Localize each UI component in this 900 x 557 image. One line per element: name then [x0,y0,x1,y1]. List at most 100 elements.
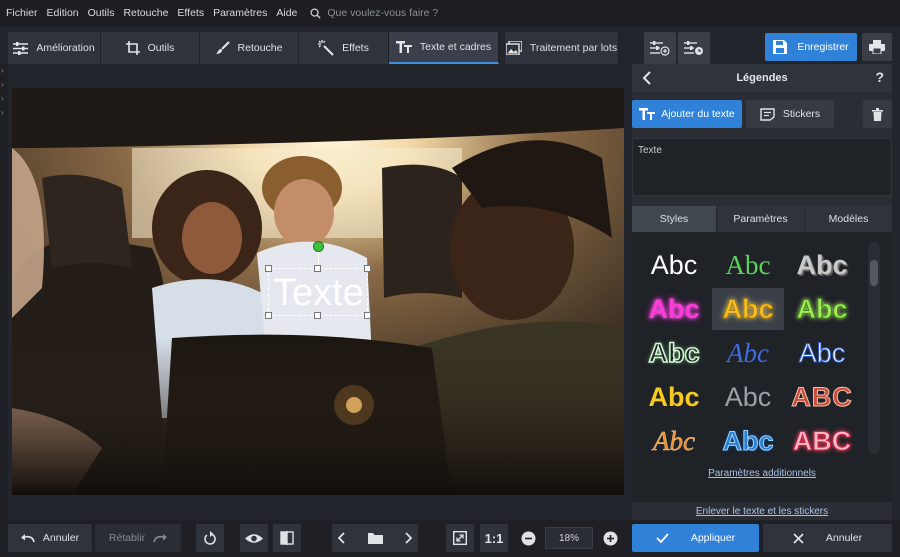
menu-aide[interactable]: Aide [276,7,297,19]
add-text-label: Ajouter du texte [661,108,735,120]
magic-wand-icon [318,40,334,56]
style-tile[interactable]: Abc [638,288,710,330]
adjust-settings-button[interactable] [644,32,676,64]
save-button[interactable]: Enregistrer [765,33,857,61]
style-tile[interactable]: ABC [786,376,858,418]
resize-handle[interactable] [265,265,272,272]
chevron-right-icon: › [1,66,4,75]
rotate-button[interactable] [196,524,224,552]
delete-button[interactable] [863,100,892,128]
style-tile[interactable]: Abc [786,244,858,286]
apply-button[interactable]: Appliquer [632,524,759,552]
sticker-icon [760,107,775,121]
tab-retouche-label: Retouche [237,42,283,54]
style-tile-selected[interactable]: Abc [712,288,784,330]
cancel-button[interactable]: Annuler [763,524,892,552]
remove-text-stickers-link[interactable]: Enlever le texte et les stickers [632,506,892,517]
tab-texte-et-cadres[interactable]: Texte et cadres [389,32,499,64]
style-tile[interactable]: Abc [712,420,784,462]
tab-amelioration[interactable]: Amélioration [8,32,101,64]
text-icon [395,41,412,53]
undo-button[interactable]: Annuler [8,524,92,552]
style-tile[interactable]: Abc [638,244,710,286]
fit-to-screen-button[interactable] [446,524,474,552]
canvas-text-overlay[interactable]: Texte [273,271,364,315]
folder-icon[interactable] [367,532,383,544]
redo-button[interactable]: Rétablir [95,524,181,552]
crop-icon [125,41,140,55]
style-tile[interactable]: Abc [712,244,784,286]
scrollbar-thumb[interactable] [870,260,878,286]
plus-circle-icon [603,531,617,545]
tab-effets[interactable]: Effets [299,32,389,64]
style-tile[interactable]: Abc [638,332,710,374]
text-selection-box[interactable]: Texte [265,241,371,319]
one-to-one-button[interactable]: 1:1 [480,524,508,552]
resize-handle[interactable] [364,312,371,319]
menu-retouche[interactable]: Retouche [123,7,168,19]
resize-handle[interactable] [364,265,371,272]
tab-retouche[interactable]: Retouche [200,32,299,64]
help-icon[interactable]: ? [875,69,884,85]
style-tile[interactable]: Abc [712,332,784,374]
styles-scrollbar[interactable] [868,242,880,454]
redo-label: Rétablir [108,532,146,544]
brush-icon [215,41,230,54]
sliders-history-icon [684,41,703,55]
stickers-button[interactable]: Stickers [746,100,834,128]
chevron-right-icon: › [1,108,4,117]
style-tile[interactable]: Abc [786,332,858,374]
tab-amelioration-label: Amélioration [36,42,95,54]
chevron-left-icon[interactable] [338,532,346,544]
style-tile[interactable]: ABC [786,420,858,462]
style-tile[interactable]: Abc [638,420,710,462]
compare-button[interactable] [273,524,301,552]
minus-circle-icon [521,531,535,545]
tab-styles[interactable]: Styles [632,206,717,232]
search-placeholder: Que voulez-vous faire ? [327,7,439,19]
history-settings-button[interactable] [678,32,710,64]
captions-panel: Légendes ? Ajouter du texte Stickers Tex… [632,64,892,520]
style-tile[interactable]: Abc [712,376,784,418]
zoom-in-button[interactable] [598,524,622,552]
menu-bar: Fichier Edition Outils Retouche Effets P… [0,0,900,26]
text-input[interactable]: Texte [632,138,892,196]
printer-icon [869,40,885,54]
zoom-level-field[interactable]: 18% [545,527,593,549]
menu-effets[interactable]: Effets [177,7,204,19]
save-label: Enregistrer [797,41,849,53]
tab-traitement-label: Traitement par lots [529,42,618,54]
styles-gallery: Abc Abc Abc Abc Abc Abc Abc Abc Abc Abc … [632,232,892,502]
preview-button[interactable] [240,524,268,552]
resize-handle[interactable] [314,265,321,272]
print-button[interactable] [862,33,892,61]
tab-parametres[interactable]: Paramètres [717,206,805,232]
tab-outils[interactable]: Outils [101,32,200,64]
sliders-add-icon [650,41,670,56]
main-toolbar: Amélioration Outils Retouche Effets Text… [8,32,619,64]
menu-outils[interactable]: Outils [88,7,115,19]
back-arrow-icon[interactable] [642,71,652,85]
photo-canvas[interactable]: Texte [12,88,624,495]
additional-settings-link[interactable]: Paramètres additionnels [632,468,892,479]
add-text-button[interactable]: Ajouter du texte [632,100,742,128]
left-collapse-strip[interactable]: › › › › [0,64,8,524]
resize-handle[interactable] [265,312,272,319]
navigation-group [332,524,418,552]
redo-icon [153,534,168,543]
chevron-right-icon[interactable] [404,532,412,544]
style-tile[interactable]: Abc [786,288,858,330]
resize-handle[interactable] [314,312,321,319]
tab-texte-label: Texte et cadres [419,41,492,53]
rotate-icon [203,531,216,545]
zoom-out-button[interactable] [516,524,540,552]
rotate-handle[interactable] [313,241,324,252]
menu-edition[interactable]: Edition [47,7,79,19]
style-tile[interactable]: Abc [638,376,710,418]
tab-modeles[interactable]: Modèles [805,206,892,232]
panel-header: Légendes ? [632,64,892,92]
tab-traitement-par-lots[interactable]: Traitement par lots [505,32,619,64]
search-box[interactable]: Que voulez-vous faire ? [310,7,438,19]
menu-parametres[interactable]: Paramètres [213,7,267,19]
menu-fichier[interactable]: Fichier [6,7,38,19]
